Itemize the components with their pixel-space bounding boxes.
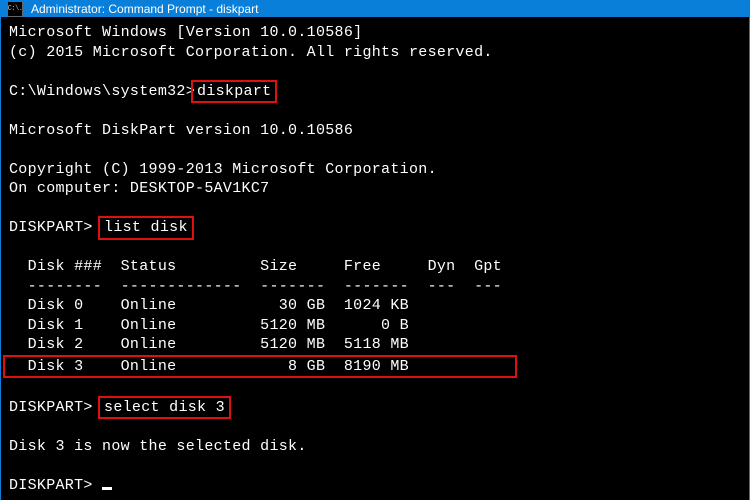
disk-row-1: Disk 1 Online 5120 MB 0 B	[9, 317, 409, 334]
titlebar[interactable]: C:\. Administrator: Command Prompt - dis…	[1, 1, 749, 17]
disk-row-3: Disk 3 Online 8 GB 8190 MB	[3, 355, 517, 379]
cmd-list-disk: list disk	[98, 216, 194, 240]
prompt-diskpart-3: DISKPART>	[9, 477, 93, 494]
line-diskpart-copyright: Copyright (C) 1999-2013 Microsoft Corpor…	[9, 161, 437, 178]
line-select-result: Disk 3 is now the selected disk.	[9, 438, 307, 455]
cmd-select-disk-3: select disk 3	[98, 396, 231, 420]
disk-table-divider: -------- ------------- ------- ------- -…	[9, 278, 502, 295]
cmd-diskpart: diskpart	[191, 80, 277, 104]
line-on-computer: On computer: DESKTOP-5AV1KC7	[9, 180, 269, 197]
terminal-output[interactable]: Microsoft Windows [Version 10.0.10586] (…	[1, 17, 749, 500]
cursor	[102, 487, 112, 490]
disk-table-header: Disk ### Status Size Free Dyn Gpt	[9, 258, 502, 275]
prompt-diskpart-2: DISKPART>	[9, 399, 93, 416]
line-win-version: Microsoft Windows [Version 10.0.10586]	[9, 24, 362, 41]
window-title: Administrator: Command Prompt - diskpart	[31, 2, 258, 16]
cmd-icon: C:\.	[7, 1, 23, 17]
cmd-icon-text: C:\.	[8, 5, 23, 13]
disk-row-2: Disk 2 Online 5120 MB 5118 MB	[9, 336, 409, 353]
prompt-system32: C:\Windows\system32>	[9, 83, 195, 100]
line-diskpart-version: Microsoft DiskPart version 10.0.10586	[9, 122, 353, 139]
disk-row-0: Disk 0 Online 30 GB 1024 KB	[9, 297, 409, 314]
command-prompt-window: C:\. Administrator: Command Prompt - dis…	[0, 0, 750, 500]
prompt-diskpart-1: DISKPART>	[9, 219, 93, 236]
line-copyright-2015: (c) 2015 Microsoft Corporation. All righ…	[9, 44, 493, 61]
